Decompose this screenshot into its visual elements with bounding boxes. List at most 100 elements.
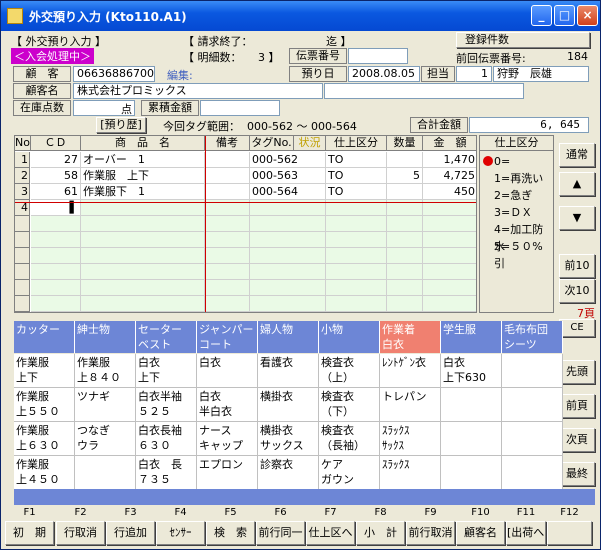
item-button[interactable]: 横掛衣 サックス [258, 422, 319, 456]
item-button[interactable]: 作業服 上５５０ [14, 388, 75, 422]
cell-biko[interactable] [205, 168, 250, 184]
row-number[interactable] [15, 216, 30, 232]
item-button[interactable]: ｽﾗｯｸｽ ｻｯｸｽ [380, 422, 441, 456]
cell-qty[interactable] [387, 280, 423, 296]
fkey-button[interactable]: 顧客名 [456, 521, 505, 545]
ce-button[interactable]: CE [559, 319, 595, 337]
cell-amount[interactable]: 450 [423, 184, 476, 200]
rireki-button[interactable]: [預り歴] [96, 117, 146, 133]
cell-amount[interactable]: 1,470 [423, 152, 476, 168]
category-tab[interactable]: 作業着 白衣 [380, 321, 441, 353]
cell-name[interactable]: オーバー 1 [81, 152, 205, 168]
cell-tag[interactable] [250, 296, 326, 312]
close-button[interactable]: × [577, 5, 598, 26]
category-tab[interactable]: セーター ベスト [136, 321, 197, 353]
item-button[interactable]: 白衣 上下 [136, 354, 197, 388]
cell-shiage[interactable] [326, 248, 387, 264]
cell-shiage[interactable] [326, 280, 387, 296]
shiage-item-5[interactable]: 5=５０%引 [494, 238, 553, 272]
item-button[interactable]: ケア ガウン [319, 456, 380, 490]
cell-qty[interactable] [387, 184, 423, 200]
cell-tag[interactable] [250, 232, 326, 248]
scroll-up-button[interactable]: ▲ [559, 172, 595, 196]
cell-name[interactable] [81, 248, 205, 264]
row-number[interactable] [15, 248, 30, 264]
title-bar[interactable]: 外交預り入力 (Kto110.A1) _ □ × [1, 1, 600, 31]
cell-tag[interactable]: 000-564 [250, 184, 326, 200]
cell-biko[interactable] [205, 184, 250, 200]
category-tab[interactable]: 紳士物 [75, 321, 136, 353]
prev10-button[interactable]: 前10 [559, 254, 595, 278]
shiage-item-1[interactable]: 1=再洗い [494, 170, 543, 187]
category-tab[interactable]: カッター [14, 321, 75, 353]
item-button[interactable]: 検査衣 （下） [319, 388, 380, 422]
minimize-button[interactable]: _ [531, 5, 552, 26]
item-button[interactable]: 白衣長袖 ６３０ [136, 422, 197, 456]
fkey-button[interactable]: ｾﾝｻｰ [156, 521, 205, 545]
item-button[interactable]: 作業服 上６３０ [14, 422, 75, 456]
cell-amount[interactable] [423, 296, 476, 312]
cell-tag[interactable] [250, 216, 326, 232]
item-button[interactable]: ｽﾗｯｸｽ [380, 456, 441, 490]
cell-cd[interactable] [31, 232, 81, 248]
cell-tag[interactable] [250, 280, 326, 296]
item-button[interactable] [502, 422, 563, 456]
cell-qty[interactable] [387, 248, 423, 264]
cell-name[interactable] [81, 216, 205, 232]
item-button[interactable]: ツナギ [75, 388, 136, 422]
cell-qty[interactable] [387, 264, 423, 280]
tsujo-button[interactable]: 通常 [559, 143, 595, 167]
row-number[interactable] [15, 280, 30, 296]
item-button[interactable]: 白衣 [197, 354, 258, 388]
cell-biko[interactable] [205, 216, 250, 232]
item-button[interactable]: 白衣半袖 ５２５ [136, 388, 197, 422]
cell-tag[interactable]: 000-562 [250, 152, 326, 168]
tsugipage-button[interactable]: 次頁 [559, 428, 595, 452]
cell-name[interactable]: 作業服下 1 [81, 184, 205, 200]
cell-name[interactable] [81, 232, 205, 248]
fkey-button[interactable]: 仕上区へ [306, 521, 355, 545]
cell-cd[interactable] [31, 216, 81, 232]
row-number[interactable]: 3 [15, 184, 30, 200]
fkey-button[interactable]: 小 計 [356, 521, 405, 545]
cell-cd[interactable] [31, 280, 81, 296]
item-button[interactable]: ナース キャップ [197, 422, 258, 456]
item-button[interactable]: トレパン [380, 388, 441, 422]
cell-biko[interactable] [205, 280, 250, 296]
row-number[interactable] [15, 296, 30, 312]
fkey-button[interactable]: 前行取消 [406, 521, 455, 545]
cell-shiage[interactable] [326, 216, 387, 232]
tanto-no-input[interactable]: 1 [456, 66, 492, 82]
item-button[interactable] [75, 456, 136, 490]
cell-qty[interactable] [387, 216, 423, 232]
category-tab[interactable]: 小物 [319, 321, 380, 353]
cell-amount[interactable] [423, 232, 476, 248]
cell-qty[interactable] [387, 296, 423, 312]
cell-amount[interactable] [423, 216, 476, 232]
item-button[interactable]: ﾚﾝﾄｹﾞﾝ衣 [380, 354, 441, 388]
item-button[interactable] [502, 354, 563, 388]
cell-shiage[interactable] [326, 232, 387, 248]
fkey-button[interactable] [547, 521, 592, 545]
item-button[interactable]: 作業服 上８４０ [75, 354, 136, 388]
cell-shiage[interactable]: TO [326, 152, 387, 168]
item-button[interactable]: 白衣 長 ７３５ [136, 456, 197, 490]
maepage-button[interactable]: 前頁 [559, 394, 595, 418]
item-button[interactable] [441, 456, 502, 490]
item-button[interactable]: 検査衣 （上） [319, 354, 380, 388]
cell-biko[interactable] [205, 264, 250, 280]
item-button[interactable]: 作業服 上４５０ [14, 456, 75, 490]
item-button[interactable]: 白衣 上下630 [441, 354, 502, 388]
sento-button[interactable]: 先頭 [559, 360, 595, 384]
cell-biko[interactable] [205, 296, 250, 312]
cell-tag[interactable] [250, 248, 326, 264]
cell-biko[interactable] [205, 248, 250, 264]
item-button[interactable]: 診察衣 [258, 456, 319, 490]
saishu-button[interactable]: 最終 [559, 462, 595, 486]
cell-name[interactable] [81, 264, 205, 280]
cell-qty[interactable] [387, 152, 423, 168]
row-number[interactable] [15, 232, 30, 248]
item-button[interactable]: 作業服 上下 [14, 354, 75, 388]
cell-cd[interactable]: 58 [31, 168, 81, 184]
cell-amount[interactable]: 4,725 [423, 168, 476, 184]
